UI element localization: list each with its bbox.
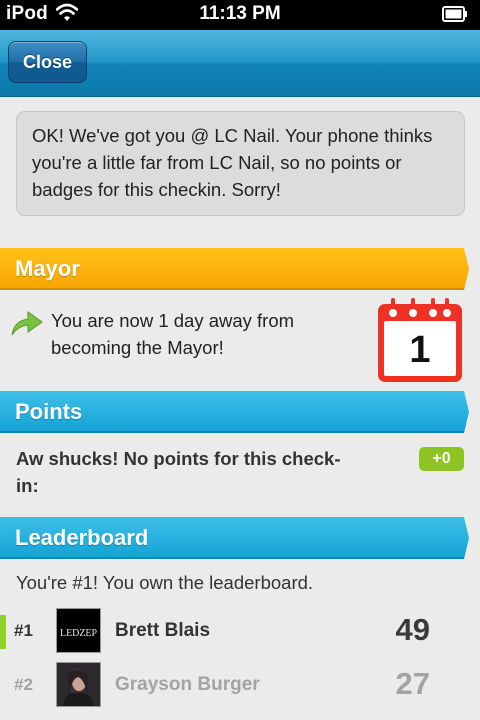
leaderboard-row[interactable]: #2 Grayson Burger 27 (0, 660, 480, 710)
user-photo-avatar (57, 663, 100, 706)
header-ribbon-tail (464, 248, 480, 290)
header-ribbon-tail (464, 391, 480, 433)
mayor-status-text: You are now 1 day away from becoming the… (51, 310, 295, 358)
avatar (56, 662, 101, 707)
points-message: Aw shucks! No points for this check-in: (16, 448, 341, 496)
leaderboard-name: Grayson Burger (115, 674, 260, 695)
header-ribbon-tail (464, 517, 480, 559)
points-section-header: Points (0, 391, 480, 433)
close-button[interactable]: Close (8, 41, 87, 83)
navigation-bar: Close (0, 30, 480, 97)
points-badge: +0 (419, 447, 464, 471)
current-user-highlight (0, 615, 6, 649)
leaderboard-header-label: Leaderboard (15, 525, 149, 550)
mayor-header-label: Mayor (15, 256, 80, 281)
avatar-logo-text: LEDZEP (60, 627, 97, 639)
checkin-message: OK! We've got you @ LC Nail. Your phone … (16, 111, 465, 216)
status-time: 11:13 PM (199, 3, 281, 24)
leaderboard-summary: You're #1! You own the leaderboard. (16, 572, 314, 593)
led-zeppelin-logo-avatar: LEDZEP (57, 609, 100, 652)
leaderboard-section-header: Leaderboard (0, 517, 480, 559)
points-header-label: Points (15, 399, 83, 424)
leaderboard-rank: #2 (14, 675, 33, 694)
battery-icon (442, 6, 467, 22)
mayor-section-header: Mayor (0, 248, 480, 290)
leaderboard-name: Brett Blais (115, 620, 211, 641)
status-bar: iPod 11:13 PM (0, 0, 480, 30)
leaderboard-rank: #1 (14, 621, 33, 640)
calendar-day-number: 1 (409, 329, 431, 371)
avatar: LEDZEP (56, 608, 101, 653)
green-arrow-icon (11, 311, 43, 336)
leaderboard-row[interactable]: #1 LEDZEP Brett Blais 49 (0, 606, 480, 656)
leaderboard-score: 27 (395, 666, 430, 701)
leaderboard-score: 49 (395, 612, 430, 647)
